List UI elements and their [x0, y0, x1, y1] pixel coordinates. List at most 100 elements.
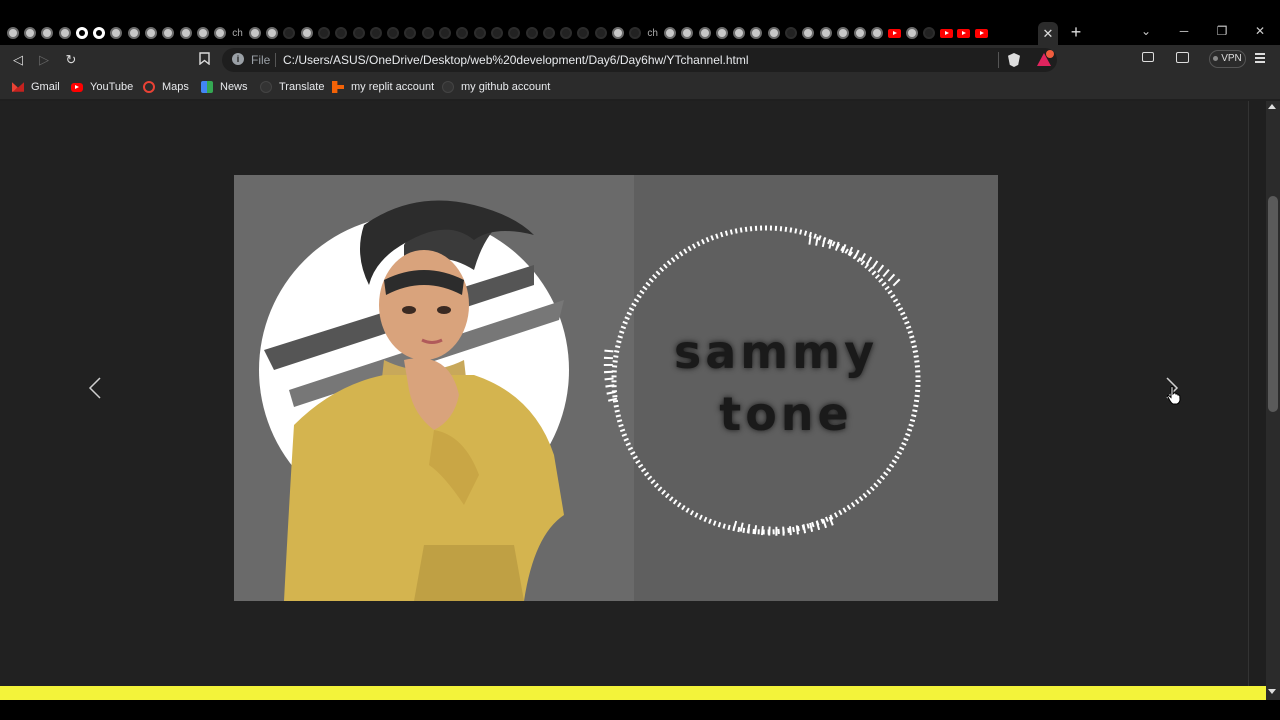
- brave-shields-icon[interactable]: [1008, 53, 1020, 67]
- rewards-badge: [1046, 50, 1054, 58]
- address-bar[interactable]: i File C:/Users/ASUS/OneDrive/Desktop/we…: [222, 48, 1057, 72]
- url-text[interactable]: C:/Users/ASUS/OneDrive/Desktop/web%20dev…: [283, 53, 749, 67]
- vpn-button[interactable]: VPN: [1209, 50, 1246, 68]
- tab[interactable]: ch: [229, 23, 246, 43]
- bookmark-translate[interactable]: Translate: [260, 75, 324, 99]
- tab[interactable]: [56, 23, 73, 43]
- tab-youtube[interactable]: [886, 23, 903, 43]
- bookmark-label: Gmail: [31, 81, 60, 93]
- active-tab-close-button[interactable]: ✕: [1038, 22, 1058, 45]
- tab[interactable]: [263, 23, 280, 43]
- forward-button[interactable]: ▷: [36, 52, 52, 68]
- tab[interactable]: [488, 23, 505, 43]
- tab[interactable]: [315, 23, 332, 43]
- back-button[interactable]: ◁: [10, 52, 26, 68]
- tab[interactable]: [419, 23, 436, 43]
- tab-youtube[interactable]: [973, 23, 990, 43]
- globe-icon: [698, 27, 711, 39]
- bookmark-outline-icon: [198, 52, 210, 66]
- scroll-down-arrow-icon[interactable]: [1268, 689, 1276, 694]
- tab[interactable]: [852, 23, 869, 43]
- tab[interactable]: [800, 23, 817, 43]
- reload-button[interactable]: ↻: [63, 52, 79, 68]
- tab-youtube[interactable]: [955, 23, 972, 43]
- globe-icon: [6, 27, 19, 39]
- tab[interactable]: [471, 23, 488, 43]
- tab-github[interactable]: [90, 23, 107, 43]
- close-window-button[interactable]: ✕: [1250, 24, 1270, 38]
- tab[interactable]: [281, 23, 298, 43]
- youtube-icon: [888, 28, 902, 38]
- globe-icon: [490, 27, 503, 39]
- globe-icon: [162, 27, 175, 39]
- tab[interactable]: [212, 23, 229, 43]
- tab[interactable]: [21, 23, 38, 43]
- tab[interactable]: [333, 23, 350, 43]
- tab[interactable]: [558, 23, 575, 43]
- menu-icon[interactable]: [1255, 53, 1265, 63]
- tab[interactable]: [609, 23, 626, 43]
- tab[interactable]: ch: [644, 23, 661, 43]
- tab[interactable]: [903, 23, 920, 43]
- minimize-button[interactable]: ─: [1174, 24, 1194, 38]
- tab[interactable]: [506, 23, 523, 43]
- bookmark-github[interactable]: my github account: [442, 75, 550, 99]
- scroll-up-arrow-icon[interactable]: [1268, 104, 1276, 109]
- tab[interactable]: [817, 23, 834, 43]
- tab[interactable]: [160, 23, 177, 43]
- tab[interactable]: [454, 23, 471, 43]
- tab[interactable]: [782, 23, 799, 43]
- bookmark-youtube[interactable]: YouTube: [71, 75, 133, 99]
- tab[interactable]: [540, 23, 557, 43]
- new-tab-button[interactable]: +: [1067, 23, 1085, 41]
- tab[interactable]: [661, 23, 678, 43]
- scrollbar-thumb[interactable]: [1268, 196, 1278, 412]
- tab[interactable]: [834, 23, 851, 43]
- tab[interactable]: [765, 23, 782, 43]
- tab[interactable]: [402, 23, 419, 43]
- tab[interactable]: [367, 23, 384, 43]
- restore-button[interactable]: ❐: [1212, 24, 1232, 38]
- tab[interactable]: [523, 23, 540, 43]
- news-icon: [201, 81, 213, 93]
- tab[interactable]: [108, 23, 125, 43]
- tab[interactable]: [730, 23, 747, 43]
- tab[interactable]: [869, 23, 886, 43]
- tab[interactable]: [125, 23, 142, 43]
- wallet-icon[interactable]: [1176, 52, 1189, 63]
- tab[interactable]: [350, 23, 367, 43]
- tab-github[interactable]: [73, 23, 90, 43]
- tab-search-button[interactable]: ⌄: [1136, 24, 1156, 38]
- tab[interactable]: [713, 23, 730, 43]
- tab[interactable]: [194, 23, 211, 43]
- tab[interactable]: [39, 23, 56, 43]
- tab[interactable]: [575, 23, 592, 43]
- tab-youtube[interactable]: [938, 23, 955, 43]
- globe-icon: [871, 27, 884, 39]
- info-icon[interactable]: i: [232, 53, 244, 65]
- tab[interactable]: [4, 23, 21, 43]
- bookmark-news[interactable]: News: [201, 75, 248, 99]
- bookmark-gmail[interactable]: Gmail: [12, 75, 60, 99]
- bookmark-maps[interactable]: Maps: [143, 75, 189, 99]
- sidebar-toggle-icon[interactable]: [1142, 52, 1154, 62]
- tab[interactable]: [748, 23, 765, 43]
- tab[interactable]: [627, 23, 644, 43]
- bookmarks-bar: Gmail YouTube Maps News Translate my rep…: [0, 75, 1280, 99]
- bookmark-icon[interactable]: [196, 52, 212, 68]
- tab[interactable]: [142, 23, 159, 43]
- tab[interactable]: [592, 23, 609, 43]
- carousel-prev-button[interactable]: [84, 376, 108, 400]
- tab[interactable]: [921, 23, 938, 43]
- tab[interactable]: [679, 23, 696, 43]
- tab[interactable]: [177, 23, 194, 43]
- bookmark-replit[interactable]: my replit account: [332, 75, 434, 99]
- github-icon: [442, 81, 454, 93]
- chevron-left-icon: [88, 377, 101, 399]
- tab[interactable]: [385, 23, 402, 43]
- tab[interactable]: [298, 23, 315, 43]
- tab[interactable]: [436, 23, 453, 43]
- translate-icon: [260, 81, 272, 93]
- tab[interactable]: [246, 23, 263, 43]
- tab[interactable]: [696, 23, 713, 43]
